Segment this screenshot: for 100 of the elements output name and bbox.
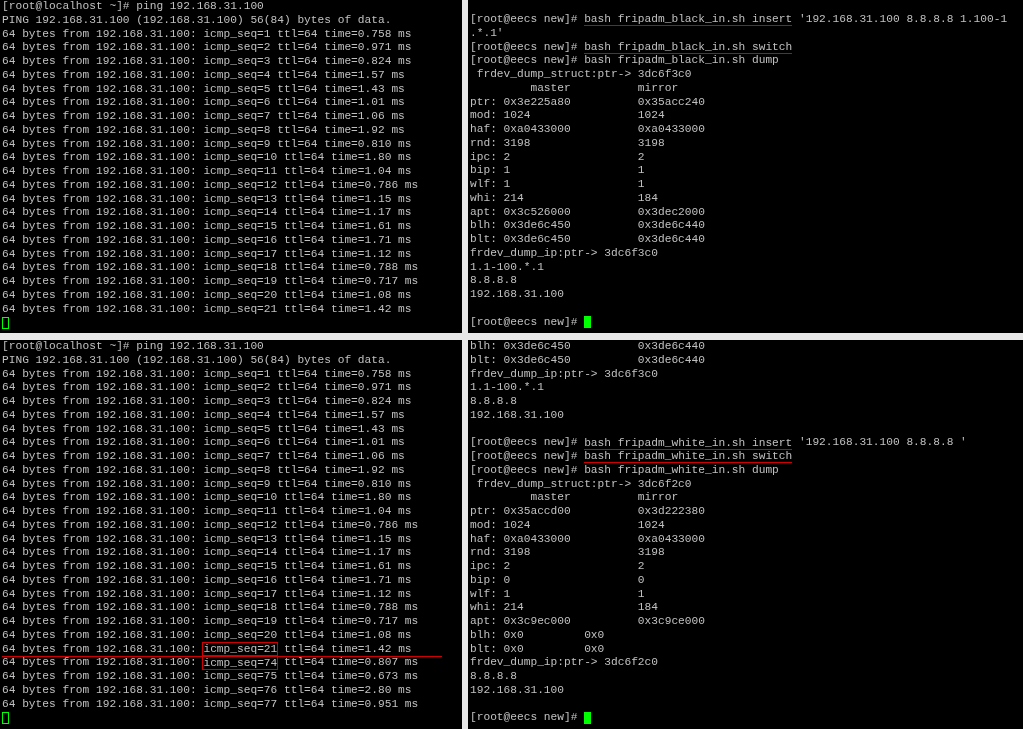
terminal-line: master mirror [529, 491, 680, 505]
terminal-line: [root@eecs new]# bash fripadm_white_in.sh dump [470, 463, 780, 478]
terminal-line: 64 bytes from 192.168.31.100: icmp_seq=4 ttl=64 time=1.57 ms [2, 408, 406, 423]
terminal-line: 64 bytes from 192.168.31.100: icmp_seq=5 ttl=64 time=1.43 ms [2, 82, 406, 97]
terminal-line: [root@eecs new]# bash fripadm_black_in.sh dump [470, 54, 780, 68]
terminal-line: blt: 0x3de6c450 0x3de6c440 [470, 353, 706, 368]
terminal-line: 64 bytes from 192.168.31.100: icmp_seq=16 ttl=64 time=1.71 ms [2, 233, 413, 248]
terminal-line: 8.8.8.8 [470, 670, 518, 684]
terminal-line: mod: 1024 1024 [470, 109, 666, 123]
terminal-line: 64 bytes from 192.168.31.100: icmp_seq=1 ttl=64 time=0.758 ms [2, 27, 413, 42]
terminal-line: apt: 0x3c9ec000 0x3c9ce000 [470, 615, 706, 629]
underlined-command: bash fripadm_white_in.sh insert [584, 436, 793, 450]
terminal-line: apt: 0x3c526000 0x3dec2000 [470, 205, 706, 220]
terminal-line: 64 bytes from 192.168.31.100: icmp_seq=12 ttl=64 time=0.786 ms [2, 178, 420, 193]
terminal-line: 64 bytes from 192.168.31.100: icmp_seq=3 ttl=64 time=0.824 ms [2, 395, 413, 409]
terminal-text: ttl=64 time=1.42 ms [283, 642, 412, 657]
terminal-line: blt: 0x3de6c450 0x3de6c440 [470, 233, 706, 247]
terminal-line: frdev_dump_struct:ptr-> 3dc6f3c0 [475, 68, 693, 82]
terminal-line: whi: 214 184 [470, 191, 659, 206]
terminal-line: .*.1' [470, 26, 505, 41]
terminal-line: 64 bytes from 192.168.31.100: icmp_seq=13 ttl=64 time=1.15 ms [2, 532, 413, 547]
terminal-line: wlf: 1 1 [470, 587, 646, 602]
terminal-line: 64 bytes from 192.168.31.100: icmp_seq=2 ttl=64 time=0.971 ms [2, 41, 413, 55]
terminal-line: 64 bytes from 192.168.31.100: icmp_seq=1 ttl=64 time=0.758 ms [2, 367, 413, 382]
terminal-line: 64 bytes from 192.168.31.100: icmp_seq=18 ttl=64 time=0.788 ms [2, 261, 420, 275]
terminal-line: bip: 1 1 [470, 164, 646, 178]
terminal-line: 64 bytes from 192.168.31.100: icmp_seq=7 ttl=64 time=1.06 ms [2, 110, 406, 124]
terminal-line: 64 bytes from 192.168.31.100: icmp_seq=9 ttl=64 time=0.810 ms [2, 137, 413, 152]
terminal-line: 192.168.31.100 [470, 683, 565, 698]
terminal-line: ptr: 0x3e225a80 0x35acc240 [470, 95, 706, 110]
terminal-line: master mirror [529, 81, 680, 96]
terminal-line: 64 bytes from 192.168.31.100: icmp_seq=6 ttl=64 time=1.01 ms [2, 436, 406, 450]
terminal-line: 64 bytes from 192.168.31.100: icmp_seq=14 ttl=64 time=1.17 ms [2, 206, 413, 220]
terminal-text: 64 bytes from 192.168.31.100: [2, 642, 198, 657]
terminal-line: 64 bytes from 192.168.31.100: icmp_seq=77 ttl=64 time=0.951 ms [2, 697, 420, 712]
terminal-line: [root@localhost ~]# ping 192.168.31.100 [2, 0, 265, 14]
terminal-line: 64 bytes from 192.168.31.100: icmp_seq=20 ttl=64 time=1.08 ms [2, 628, 413, 643]
terminal-line: 8.8.8.8 [470, 274, 518, 288]
terminal-line: blh: 0x3de6c450 0x3de6c440 [470, 340, 706, 354]
terminal-line: frdev_dump_ip:ptr-> 3dc6f3c0 [470, 246, 659, 261]
terminal-text: [root@eecs new]# [470, 436, 579, 450]
terminal-line: 64 bytes from 192.168.31.100: icmp_seq=11 ttl=64 time=1.04 ms [2, 165, 413, 179]
terminal-line: 64 bytes from 192.168.31.100: icmp_seq=19 ttl=64 time=0.717 ms [2, 275, 420, 289]
terminal-line: 64 bytes from 192.168.31.100: icmp_seq=11 ttl=64 time=1.04 ms [2, 505, 413, 519]
boxed-text: icmp_seq=74 [203, 657, 278, 670]
terminal-line: ipc: 2 2 [470, 560, 646, 574]
terminal-line: mod: 1024 1024 [470, 518, 666, 533]
terminal-line: 64 bytes from 192.168.31.100: icmp_seq=16 ttl=64 time=1.71 ms [2, 573, 413, 588]
terminal-text: [root@eecs new]# [470, 40, 579, 55]
terminal-line: 64 bytes from 192.168.31.100: icmp_seq=8 ttl=64 time=1.92 ms [2, 463, 406, 478]
terminal-line: rnd: 3198 3198 [470, 136, 666, 151]
terminal-line: 64 bytes from 192.168.31.100: icmp_seq=15 ttl=64 time=1.61 ms [2, 220, 413, 234]
terminal-line: 64 bytes from 192.168.31.100: icmp_seq=19 ttl=64 time=0.717 ms [2, 615, 420, 629]
terminal-line: frdev_dump_struct:ptr-> 3dc6f2c0 [475, 477, 693, 492]
terminal-line: whi: 214 184 [470, 601, 659, 615]
terminal-text: [root@eecs new]# [470, 450, 579, 464]
terminal-line: 64 bytes from 192.168.31.100: icmp_seq=9 ttl=64 time=0.810 ms [2, 477, 413, 492]
terminal-line: 64 bytes from 192.168.31.100: icmp_seq=14 ttl=64 time=1.17 ms [2, 546, 413, 560]
terminal-prompt: [root@eecs new]# [470, 711, 579, 725]
underlined-command: bash fripadm_black_in.sh insert [584, 13, 793, 27]
terminal-line: blh: 0x0 0x0 [470, 628, 606, 643]
terminal-line: 64 bytes from 192.168.31.100: icmp_seq=6 ttl=64 time=1.01 ms [2, 96, 406, 110]
terminal-line: 1.1-100.*.1 [470, 381, 545, 395]
terminal-line: ipc: 2 2 [470, 150, 646, 165]
terminal-line: blt: 0x0 0x0 [470, 642, 606, 657]
terminal-line: 64 bytes from 192.168.31.100: icmp_seq=76 ttl=64 time=2.80 ms [2, 683, 413, 698]
underlined-command: bash fripadm_white_in.sh switch [584, 450, 793, 464]
terminal-line: 64 bytes from 192.168.31.100: icmp_seq=7 ttl=64 time=1.06 ms [2, 450, 406, 464]
terminal-line: 64 bytes from 192.168.31.100: icmp_seq=5 ttl=64 time=1.43 ms [2, 422, 406, 437]
terminal-line: frdev_dump_ip:ptr-> 3dc6f3c0 [470, 367, 659, 382]
terminal-line: 192.168.31.100 [470, 408, 565, 423]
terminal-line: 8.8.8.8 [470, 395, 518, 409]
terminal-line: 64 bytes from 192.168.31.100: icmp_seq=21 ttl=64 time=1.42 ms [2, 302, 413, 317]
terminal-line: 64 bytes from 192.168.31.100: icmp_seq=2 ttl=64 time=0.971 ms [2, 381, 413, 395]
terminal-text: '192.168.31.100 8.8.8.8 ' [797, 436, 967, 450]
terminal-line: 64 bytes from 192.168.31.100: icmp_seq=20 ttl=64 time=1.08 ms [2, 288, 413, 303]
terminal-line: PING 192.168.31.100 (192.168.31.100) 56(84) bytes of data. [2, 353, 393, 368]
terminal-line: ptr: 0x35accd00 0x3d222380 [470, 505, 706, 519]
terminal-line: frdev_dump_ip:ptr-> 3dc6f2c0 [470, 656, 659, 670]
underlined-command: bash fripadm_black_in.sh switch [584, 40, 793, 54]
terminal-line: haf: 0xa0433000 0xa0433000 [470, 532, 706, 547]
terminal-prompt: [root@eecs new]# [470, 315, 579, 330]
terminal-line: 64 bytes from 192.168.31.100: icmp_seq=12 ttl=64 time=0.786 ms [2, 518, 420, 533]
terminal-line: 64 bytes from 192.168.31.100: icmp_seq=3 ttl=64 time=0.824 ms [2, 55, 413, 69]
terminal-line: rnd: 3198 3198 [470, 546, 666, 560]
terminal-line: bip: 0 0 [470, 573, 646, 588]
terminal-line: 64 bytes from 192.168.31.100: icmp_seq=75 ttl=64 time=0.673 ms [2, 670, 420, 684]
terminal-line: 64 bytes from 192.168.31.100: icmp_seq=8 ttl=64 time=1.92 ms [2, 123, 406, 138]
terminal-line: 64 bytes from 192.168.31.100: icmp_seq=17 ttl=64 time=1.12 ms [2, 587, 413, 602]
terminal-line: 192.168.31.100 [470, 288, 565, 302]
terminal-line: 64 bytes from 192.168.31.100: icmp_seq=15 ttl=64 time=1.61 ms [2, 560, 413, 574]
terminal-line: PING 192.168.31.100 (192.168.31.100) 56(84) bytes of data. [2, 13, 393, 28]
terminal-line: 1.1-100.*.1 [470, 260, 545, 275]
terminal-line: haf: 0xa0433000 0xa0433000 [470, 123, 706, 137]
terminal-text: ttl=64 time=0.807 ms [283, 656, 419, 670]
terminal-line: 64 bytes from 192.168.31.100: icmp_seq=4 ttl=64 time=1.57 ms [2, 68, 406, 83]
boxed-text: icmp_seq=21 [203, 643, 278, 656]
terminal-line: 64 bytes from 192.168.31.100: icmp_seq=17 ttl=64 time=1.12 ms [2, 247, 413, 262]
terminal-line: [root@localhost ~]# ping 192.168.31.100 [2, 340, 265, 354]
terminal-text: [root@eecs new]# [470, 13, 579, 27]
